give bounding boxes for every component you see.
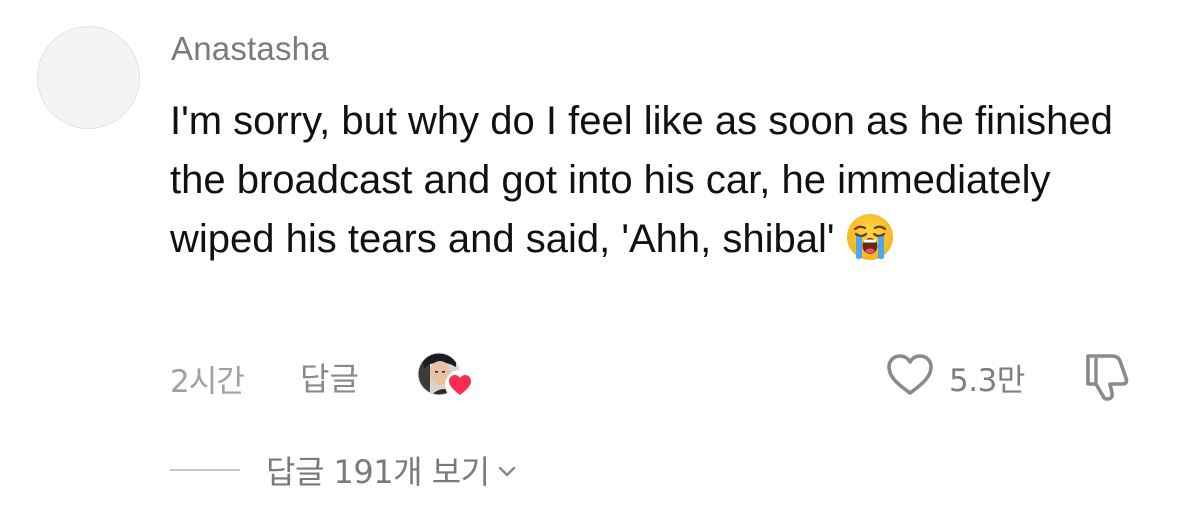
like-count: 5.3만 (949, 363, 1025, 399)
replies-divider (170, 469, 240, 471)
reply-button[interactable]: 답글 (300, 354, 359, 400)
chevron-down-icon (498, 466, 515, 477)
comment-timestamp: 2시간 (170, 364, 245, 400)
thumbs-down-icon[interactable] (1080, 350, 1132, 402)
heart-outline-icon[interactable] (886, 352, 934, 396)
user-avatar[interactable] (37, 26, 140, 129)
comment-meta-row: 2시간 답글 5.3만 (0, 346, 1179, 402)
comment-text: I'm sorry, but why do I feel like as soo… (170, 99, 1113, 261)
comment-body: I'm sorry, but why do I feel like as soo… (170, 92, 1150, 269)
view-replies-label: 답글 191개 보기 (266, 453, 490, 491)
comment-username[interactable]: Anastasha (171, 30, 329, 68)
view-replies-button[interactable]: 답글 191개 보기 (170, 446, 518, 494)
loudly-crying-face-icon (846, 214, 893, 260)
creator-liked-badge (417, 352, 475, 400)
